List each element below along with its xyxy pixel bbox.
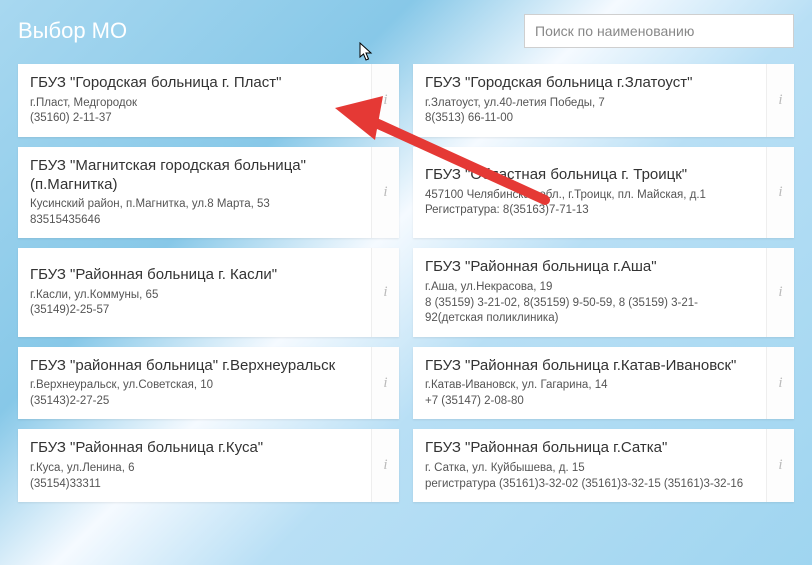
info-button[interactable]: i: [371, 429, 399, 502]
search-input[interactable]: [525, 15, 793, 47]
card-line: 8(3513) 66-11-00: [425, 111, 754, 127]
card-body: ГБУЗ "Районная больница г. Касли" г.Касли…: [18, 248, 371, 336]
card-title: ГБУЗ "Районная больница г.Аша": [425, 258, 754, 277]
hospital-card[interactable]: ГБУЗ "Областная больница г. Троицк" 45710…: [413, 147, 794, 239]
card-title: ГБУЗ "Районная больница г. Касли": [30, 266, 359, 285]
card-body: ГБУЗ "Областная больница г. Троицк" 45710…: [413, 147, 766, 239]
card-line: (35154)33311: [30, 477, 359, 493]
info-button[interactable]: i: [371, 64, 399, 137]
card-body: ГБУЗ "Районная больница г.Сатка" г. Сатка…: [413, 429, 766, 502]
card-line: регистратура (35161)3-32-02 (35161)3-32-…: [425, 477, 754, 493]
info-button[interactable]: i: [766, 248, 794, 336]
card-line: 83515435646: [30, 213, 359, 229]
info-button[interactable]: i: [766, 429, 794, 502]
page-title: Выбор МО: [18, 18, 127, 44]
hospital-card[interactable]: ГБУЗ "Районная больница г.Катав-Ивановск…: [413, 347, 794, 420]
card-line: г.Златоуст, ул.40-летия Победы, 7: [425, 96, 754, 112]
cards-grid: ГБУЗ "Городская больница г. Пласт" г.Плас…: [0, 56, 812, 516]
info-button[interactable]: i: [371, 347, 399, 420]
card-body: ГБУЗ "Районная больница г.Куса" г.Куса, у…: [18, 429, 371, 502]
card-title: ГБУЗ "районная больница" г.Верхнеуральск: [30, 357, 359, 376]
card-line: г. Сатка, ул. Куйбышева, д. 15: [425, 461, 754, 477]
card-line: г.Катав-Ивановск, ул. Гагарина, 14: [425, 378, 754, 394]
card-body: ГБУЗ "Городская больница г.Златоуст" г.Зл…: [413, 64, 766, 137]
card-body: ГБУЗ "Магнитская городская больница" (п.…: [18, 147, 371, 239]
card-body: ГБУЗ "Городская больница г. Пласт" г.Плас…: [18, 64, 371, 137]
card-line: г.Куса, ул.Ленина, 6: [30, 461, 359, 477]
card-title: ГБУЗ "Магнитская городская больница" (п.…: [30, 157, 359, 195]
card-body: ГБУЗ "Районная больница г.Аша" г.Аша, ул.…: [413, 248, 766, 336]
hospital-card[interactable]: ГБУЗ "районная больница" г.Верхнеуральск…: [18, 347, 399, 420]
card-title: ГБУЗ "Районная больница г.Сатка": [425, 439, 754, 458]
card-body: ГБУЗ "районная больница" г.Верхнеуральск…: [18, 347, 371, 420]
search-container: [524, 14, 794, 48]
card-title: ГБУЗ "Районная больница г.Катав-Ивановск…: [425, 357, 754, 376]
hospital-card[interactable]: ГБУЗ "Магнитская городская больница" (п.…: [18, 147, 399, 239]
info-button[interactable]: i: [766, 64, 794, 137]
hospital-card[interactable]: ГБУЗ "Районная больница г. Касли" г.Касли…: [18, 248, 399, 336]
info-button[interactable]: i: [766, 347, 794, 420]
card-line: Кусинский район, п.Магнитка, ул.8 Марта,…: [30, 197, 359, 213]
hospital-card[interactable]: ГБУЗ "Районная больница г.Куса" г.Куса, у…: [18, 429, 399, 502]
card-line: (35143)2-27-25: [30, 394, 359, 410]
header: Выбор МО: [0, 0, 812, 56]
card-line: (35149)2-25-57: [30, 303, 359, 319]
card-line: +7 (35147) 2-08-80: [425, 394, 754, 410]
card-title: ГБУЗ "Районная больница г.Куса": [30, 439, 359, 458]
card-line: г.Касли, ул.Коммуны, 65: [30, 288, 359, 304]
card-title: ГБУЗ "Городская больница г.Златоуст": [425, 74, 754, 93]
info-button[interactable]: i: [766, 147, 794, 239]
card-line: г.Аша, ул.Некрасова, 19: [425, 280, 754, 296]
hospital-card[interactable]: ГБУЗ "Городская больница г. Пласт" г.Плас…: [18, 64, 399, 137]
card-line: г.Пласт, Медгородок: [30, 96, 359, 112]
card-line: 457100 Челябинская обл., г.Троицк, пл. М…: [425, 188, 754, 204]
info-button[interactable]: i: [371, 248, 399, 336]
card-title: ГБУЗ "Областная больница г. Троицк": [425, 166, 754, 185]
card-line: Регистратура: 8(35163)7-71-13: [425, 203, 754, 219]
card-body: ГБУЗ "Районная больница г.Катав-Ивановск…: [413, 347, 766, 420]
card-line: г.Верхнеуральск, ул.Советская, 10: [30, 378, 359, 394]
card-line: 8 (35159) 3-21-02, 8(35159) 9-50-59, 8 (…: [425, 296, 754, 327]
hospital-card[interactable]: ГБУЗ "Городская больница г.Златоуст" г.Зл…: [413, 64, 794, 137]
info-button[interactable]: i: [371, 147, 399, 239]
hospital-card[interactable]: ГБУЗ "Районная больница г.Аша" г.Аша, ул.…: [413, 248, 794, 336]
card-line: (35160) 2-11-37: [30, 111, 359, 127]
card-title: ГБУЗ "Городская больница г. Пласт": [30, 74, 359, 93]
hospital-card[interactable]: ГБУЗ "Районная больница г.Сатка" г. Сатка…: [413, 429, 794, 502]
